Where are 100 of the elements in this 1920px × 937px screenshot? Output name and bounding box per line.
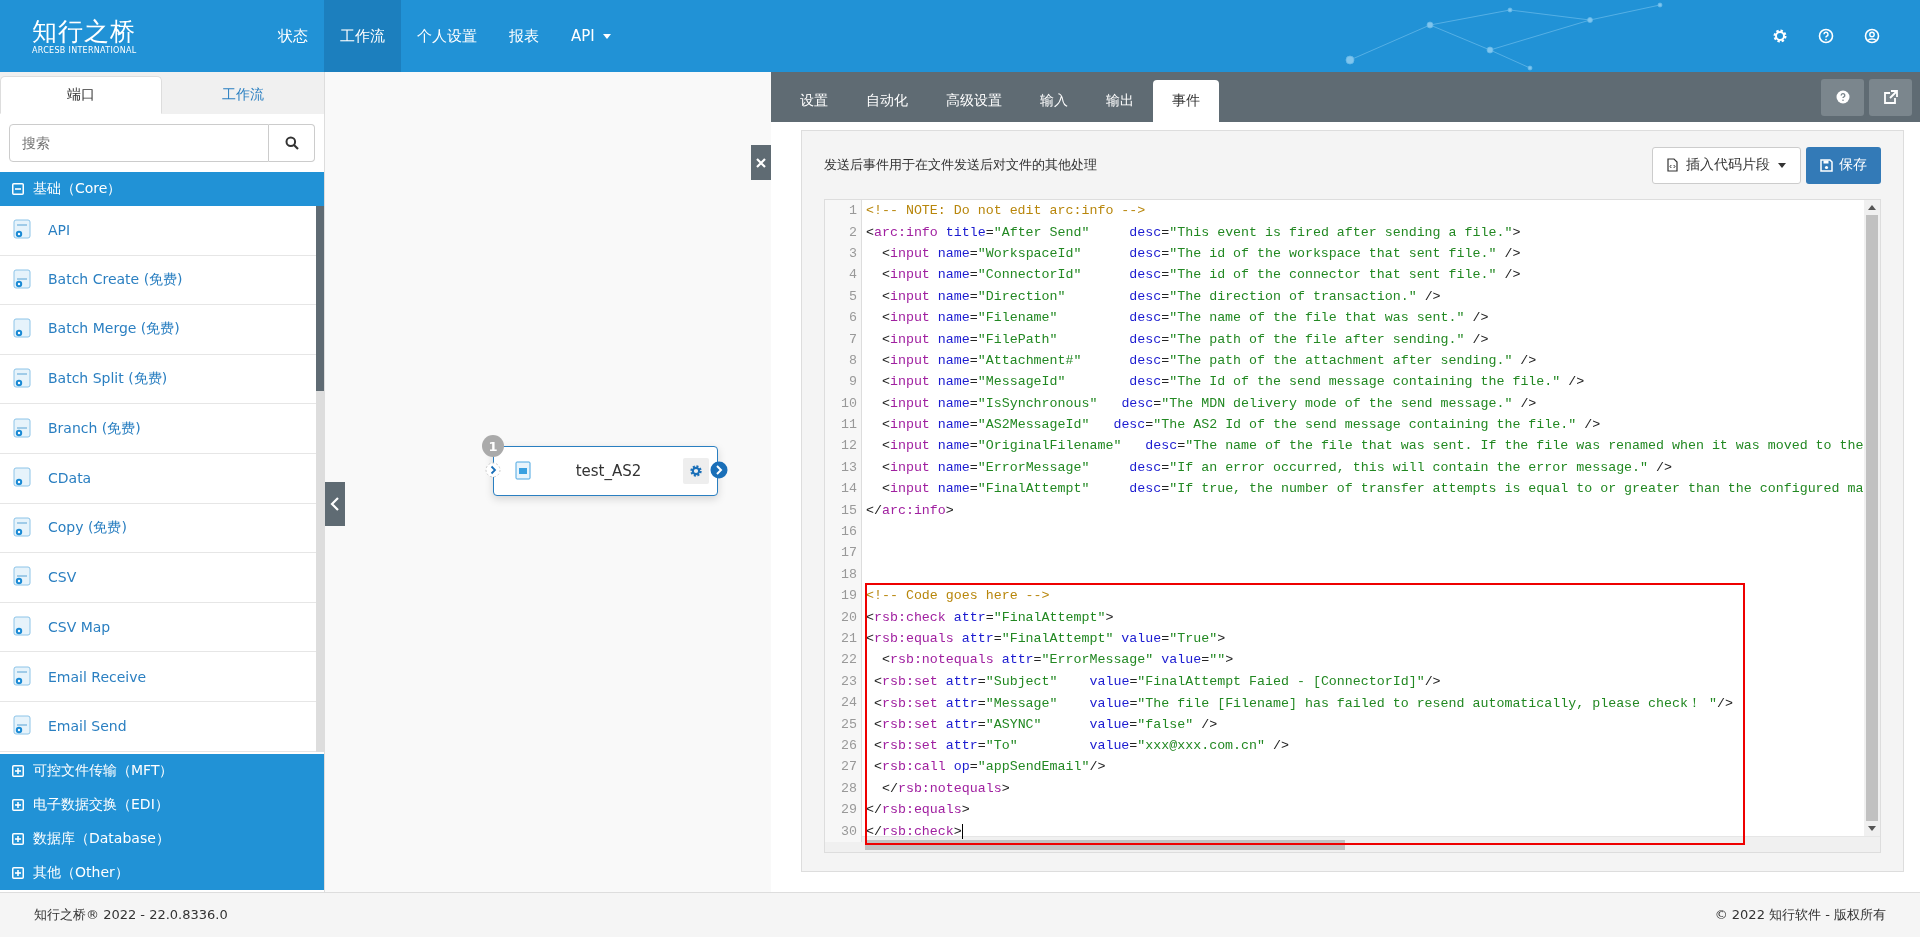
open-external-button[interactable] (1869, 78, 1912, 116)
code-line: <rsb:check attr="FinalAttempt"> (865, 609, 1114, 625)
line-number: 21 (825, 627, 862, 650)
expander-icon (12, 866, 24, 879)
code-line: <input name="MessageId" desc="The Id of the send message containing the file." /> (880, 374, 1585, 390)
line-number: 20 (825, 606, 862, 628)
help-button[interactable] (1821, 78, 1864, 116)
scrollbar-thumb[interactable] (865, 840, 1345, 850)
code-line: <!-- NOTE: Do not edit arc:info --> (865, 203, 1146, 219)
category-header[interactable]: 基础（Core） (0, 172, 324, 206)
code-line: <input name="ErrorMessage" desc="If an error occurred, this will contain the error message." /> (880, 459, 1672, 475)
connector-item[interactable]: CData (0, 453, 316, 504)
code-line: <input name="Direction" desc="The direction of transaction." /> (880, 288, 1441, 304)
connector-item[interactable]: Batch Split (免费) (0, 354, 316, 405)
sidebar-tab[interactable]: 端口 (0, 76, 162, 114)
document-icon (512, 459, 534, 483)
collapse-sidebar-button[interactable] (325, 482, 345, 526)
line-number: 7 (825, 328, 862, 350)
line-number: 8 (825, 349, 862, 372)
vertical-scrollbar[interactable] (1863, 200, 1880, 836)
scrollbar-thumb[interactable] (316, 206, 324, 391)
connector-item[interactable]: Email Send (0, 701, 316, 752)
line-number: 3 (825, 242, 862, 265)
save-icon (1819, 158, 1833, 172)
nav-item[interactable]: 状态 (262, 0, 324, 72)
code-line: <input name="ConnectorId" desc="The id of the connector that sent file." /> (880, 267, 1521, 283)
code-file-icon (1666, 158, 1678, 172)
insert-snippet-button[interactable]: 插入代码片段 (1651, 146, 1801, 184)
line-number: 29 (825, 798, 862, 821)
scroll-up-icon[interactable] (1867, 205, 1876, 210)
search-icon (284, 136, 299, 150)
scroll-down-icon[interactable] (1867, 826, 1876, 831)
connector-item[interactable]: Email Receive (0, 652, 316, 702)
category-header[interactable]: 其他（Other） (0, 855, 324, 890)
code-line: </arc:info> (865, 502, 954, 518)
connector-item[interactable]: CSV Map (0, 602, 316, 653)
code-line: <input name="OriginalFilename" desc="The name of the file that was sent. If the file was renamed when it was moved to the (880, 438, 1864, 454)
category-header[interactable]: 数据库（Database） (0, 821, 324, 856)
panel-tab[interactable]: 输出 (1087, 80, 1153, 122)
category-header[interactable]: 可控文件传输（MFT） (0, 753, 324, 788)
user-icon[interactable] (1864, 28, 1880, 44)
line-number: 16 (825, 520, 862, 543)
line-number: 23 (825, 670, 862, 692)
code-line: </rsb:check> (865, 823, 963, 839)
nav-item[interactable]: 个人设置 (401, 0, 493, 72)
line-number: 1 (825, 200, 862, 222)
code-line: <rsb:notequals attr="ErrorMessage" value=""> (880, 652, 1234, 668)
panel-tab[interactable]: 设置 (781, 80, 847, 122)
line-number: 25 (825, 713, 862, 735)
panel-tab[interactable]: 自动化 (847, 80, 927, 122)
settings-icon[interactable] (1772, 28, 1788, 44)
help-icon[interactable] (1818, 28, 1834, 44)
nav-item[interactable]: 工作流 (324, 0, 401, 72)
copyright-text: © 2022 知行软件 - 版权所有 (1714, 906, 1886, 924)
line-number: 5 (825, 285, 862, 307)
expander-icon (12, 183, 24, 195)
code-editor[interactable] (824, 199, 1881, 853)
line-number: 18 (825, 563, 862, 586)
code-line: <input name="AS2MessageId" desc="The AS2 Id of the send message containing the file." /> (880, 417, 1601, 433)
expander-icon (12, 832, 24, 845)
close-panel-button[interactable] (751, 145, 771, 180)
search-button[interactable] (269, 124, 315, 162)
nav-item[interactable]: API (555, 0, 627, 72)
version-text: 知行之桥® 2022 - 22.0.8336.0 (34, 906, 228, 924)
connector-item[interactable]: Batch Create (免费) (0, 255, 316, 306)
scrollbar-track[interactable] (316, 206, 324, 752)
code-line: <input name="WorkspaceId" desc="The id of the workspace that sent file." /> (880, 245, 1521, 261)
scrollbar-thumb[interactable] (1865, 215, 1878, 821)
connector-item[interactable]: API (0, 206, 316, 256)
input-port-icon[interactable] (485, 462, 501, 478)
event-description: 发送后事件用于在文件发送后对文件的其他处理 (824, 156, 1097, 174)
connector-item[interactable]: Copy (免费) (0, 503, 316, 554)
code-line: <rsb:set attr="To" value="xxx@xxx.com.cn" /> (872, 737, 1289, 753)
panel-tab[interactable]: 输入 (1021, 80, 1087, 122)
connector-item[interactable]: CSV (0, 553, 316, 603)
connector-item[interactable]: Branch (免费) (0, 404, 316, 454)
line-number: 11 (825, 413, 862, 436)
panel-tab[interactable]: 事件 (1153, 80, 1219, 122)
line-number: 10 (825, 392, 862, 414)
line-number: 9 (825, 371, 862, 393)
close-icon (756, 157, 766, 168)
connector-item[interactable]: Batch Merge (免费) (0, 305, 316, 355)
save-button[interactable]: 保存 (1805, 146, 1881, 184)
line-number: 14 (825, 478, 862, 500)
search-field[interactable]: 搜索 (9, 124, 269, 162)
sidebar-tab[interactable]: 工作流 (162, 76, 324, 114)
chevron-left-icon (330, 497, 340, 511)
line-number: 30 (825, 820, 862, 842)
external-link-icon (1883, 89, 1898, 105)
line-number: 15 (825, 499, 862, 521)
category-header[interactable]: 电子数据交换（EDI） (0, 787, 324, 822)
expander-icon (12, 764, 24, 777)
node-settings-button[interactable] (683, 458, 709, 484)
code-line: <rsb:call op="appSendEmail"/> (872, 759, 1106, 775)
line-number: 24 (825, 692, 862, 714)
line-number: 26 (825, 734, 862, 757)
panel-tab[interactable]: 高级设置 (927, 80, 1021, 122)
settings-icon (689, 464, 703, 478)
nav-item[interactable]: 报表 (493, 0, 555, 72)
code-line: <input name="Filename" desc="The name of the file that was sent." /> (880, 310, 1489, 326)
